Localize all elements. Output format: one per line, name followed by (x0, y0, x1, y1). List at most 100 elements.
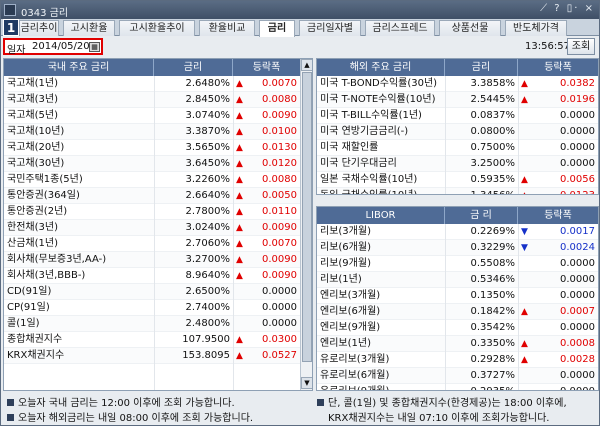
table-row[interactable]: CD(91일) 2.6500% 0.0000 (4, 284, 300, 300)
tab-commodity-futures[interactable]: 상품선물 (439, 20, 501, 36)
column-divider (154, 76, 155, 390)
table-row[interactable]: CP(91일) 2.7400% 0.0000 (4, 300, 300, 316)
rate-value: 3.6450% (185, 158, 231, 169)
rate-change: 0.0527 (262, 350, 297, 361)
rate-change: 0.0382 (560, 78, 595, 89)
table-row[interactable]: 리보(9개월) 0.5508% 0.0000 (317, 256, 598, 272)
table-row[interactable]: 미국 T-NOTE수익률(10년) 2.5445% ▲ 0.0196 (317, 92, 598, 108)
table-row[interactable]: 미국 T-BILL수익률(1년) 0.0837% 0.0000 (317, 108, 598, 124)
rate-name: 국고채(10년) (7, 126, 65, 137)
rate-change: 0.0024 (560, 242, 595, 253)
tab-fx-compare[interactable]: 환율비교 (199, 20, 255, 36)
rate-name: 미국 T-BOND수익률(30년) (320, 78, 438, 89)
table-row[interactable]: 통안증권(2년) 2.7800% ▲ 0.0110 (4, 204, 300, 220)
rate-name: 엔리보(1년) (320, 338, 371, 349)
table-row[interactable]: 독일 국채수익률(10년)1.3456%▲0.0123 (317, 188, 598, 194)
rate-change: 0.0080 (262, 94, 297, 105)
rate-value: 0.0800% (470, 126, 516, 137)
table-row[interactable]: 유로리보(9개월)0.2935%0.0000 (317, 384, 598, 390)
rate-name: 한전채(3년) (7, 222, 58, 233)
calendar-icon[interactable]: ▦ (89, 42, 100, 52)
rate-value: 107.9500 (182, 334, 230, 345)
rate-name: 일본 국채수익률(10년) (320, 174, 418, 185)
table-row[interactable]: 유로리보(6개월) 0.3727% 0.0000 (317, 368, 598, 384)
scroll-down-icon[interactable]: ▼ (301, 377, 312, 389)
table-row[interactable]: 통안증권(364일) 2.6640% ▲ 0.0050 (4, 188, 300, 204)
date-selector[interactable]: 일자 2014/05/20 ▦ (3, 38, 103, 56)
table-row[interactable]: 국고채(10년) 3.3870% ▲ 0.0100 (4, 124, 300, 140)
table-row[interactable]: KRX채권지수 153.8095 ▲ 0.0527 (4, 348, 300, 364)
scroll-thumb[interactable] (302, 72, 312, 362)
date-label: 일자 (7, 45, 26, 56)
rate-name: 회사채(무보증3년,AA-) (7, 254, 107, 265)
scroll-up-icon[interactable]: ▲ (301, 59, 312, 71)
rate-change: 0.0110 (262, 206, 297, 217)
table-row[interactable]: 미국 단기우대금리 3.2500% 0.0000 (317, 156, 598, 172)
table-row[interactable]: 미국 연방기금금리(-) 0.0800% 0.0000 (317, 124, 598, 140)
rate-value: 0.1842% (470, 306, 516, 317)
footer-text: 오늘자 해외금리는 내일 08:00 이후에 조회 가능합니다. (18, 413, 254, 424)
libor-panel: LIBOR 금 리 등락폭 리보(3개월) 0.2269% ▼ 0.0017 리보(6개… (316, 206, 599, 391)
table-row[interactable]: 리보(1년) 0.5346% 0.0000 (317, 272, 598, 288)
bullet-icon (7, 414, 14, 421)
table-row[interactable]: 리보(3개월) 0.2269% ▼ 0.0017 (317, 224, 598, 240)
table-row[interactable]: 종합채권지수 107.9500 ▲ 0.0300 (4, 332, 300, 348)
rate-change: 0.0120 (262, 158, 297, 169)
tab-notice-fx-trend[interactable]: 고시환율추이 (119, 20, 195, 36)
table-row[interactable]: 한전채(3년) 3.0240% ▲ 0.0090 (4, 220, 300, 236)
table-row[interactable]: 국고채(5년) 3.0740% ▲ 0.0090 (4, 108, 300, 124)
rate-name: 미국 단기우대금리 (320, 158, 397, 169)
domestic-scrollbar[interactable]: ▲ ▼ (300, 59, 312, 390)
table-row[interactable]: 콜(1일) 2.4800% 0.0000 (4, 316, 300, 332)
tab-interest-rate[interactable]: 금리 (259, 20, 295, 37)
table-row[interactable]: 엔리보(3개월) 0.1350% 0.0000 (317, 288, 598, 304)
table-row[interactable]: 국고채(3년) 2.8450% ▲ 0.0080 (4, 92, 300, 108)
rate-value: 2.8450% (185, 94, 231, 105)
table-row[interactable]: 리보(6개월) 0.3229% ▼ 0.0024 (317, 240, 598, 256)
table-row[interactable]: 국고채(30년) 3.6450% ▲ 0.0120 (4, 156, 300, 172)
table-row[interactable]: 일본 국채수익률(10년) 0.5935% ▲ 0.0056 (317, 172, 598, 188)
rate-value: 0.5508% (470, 258, 516, 269)
rate-name: 국고채(5년) (7, 110, 58, 121)
table-row[interactable]: 회사채(무보증3년,AA-) 3.2700% ▲ 0.0090 (4, 252, 300, 268)
query-button[interactable]: 조회 (567, 38, 595, 55)
rate-value: 1.3456% (445, 188, 518, 194)
table-row[interactable]: 국고채(20년) 3.5650% ▲ 0.0130 (4, 140, 300, 156)
rate-change: 0.0130 (262, 142, 297, 153)
table-row[interactable]: 미국 재할인률 0.7500% 0.0000 (317, 140, 598, 156)
table-row[interactable]: 국민주택1종(5년) 3.2260% ▲ 0.0080 (4, 172, 300, 188)
rate-value: 2.6480% (185, 78, 231, 89)
rate-value: 2.6500% (185, 286, 231, 297)
table-row[interactable]: 국고채(1년) 2.6480% ▲ 0.0070 (4, 76, 300, 92)
rate-change: 0.0123 (518, 188, 598, 194)
table-row[interactable]: 엔리보(9개월) 0.3542% 0.0000 (317, 320, 598, 336)
step-badge: 1 (3, 19, 19, 36)
overseas-table-header: 해외 주요 금리 금리 등락폭 (317, 59, 598, 76)
panel-splitter[interactable] (316, 195, 599, 206)
rate-name: CD(91일) (7, 286, 52, 297)
table-row[interactable]: 엔리보(6개월) 0.1842% ▲ 0.0007 (317, 304, 598, 320)
window-controls[interactable]: ⟋ ? ▯· × (540, 3, 595, 14)
tab-rate-by-date[interactable]: 금리일자별 (299, 20, 361, 36)
tab-rate-spread[interactable]: 금리스프레드 (365, 20, 435, 36)
table-row[interactable]: 회사채(3년,BBB-) 8.9640% ▲ 0.0090 (4, 268, 300, 284)
footer-note-overseas: 오늘자 해외금리는 내일 08:00 이후에 조회 가능합니다. (7, 409, 253, 424)
column-divider (445, 224, 446, 390)
table-row[interactable]: 산금채(1년) 2.7060% ▲ 0.0070 (4, 236, 300, 252)
tab-semiconductor-price[interactable]: 반도체가격 (505, 20, 567, 36)
tab-notice-fx[interactable]: 고시환율 (63, 20, 115, 36)
bullet-icon (317, 399, 324, 406)
tab-rate-trend[interactable]: 금리추이 (19, 20, 59, 36)
rate-name: 콜(1일) (7, 318, 40, 329)
rate-change: 0.0090 (262, 110, 297, 121)
rate-value: 8.9640% (185, 270, 231, 281)
table-row[interactable]: 유로리보(3개월) 0.2928% ▲ 0.0028 (317, 352, 598, 368)
table-row[interactable]: 미국 T-BOND수익률(30년) 3.3858% ▲ 0.0382 (317, 76, 598, 92)
date-input[interactable]: 2014/05/20 (32, 41, 90, 52)
window-title: 0343 금리 (21, 8, 69, 19)
rate-change: 0.0100 (262, 126, 297, 137)
app-window: 0343 금리 ⟋ ? ▯· × 금리추이 고시환율 고시환율추이 환율비교 금… (0, 0, 600, 426)
rate-value: 3.5650% (185, 142, 231, 153)
table-row[interactable]: 엔리보(1년) 0.3350% ▲ 0.0008 (317, 336, 598, 352)
rate-value: 3.0240% (185, 222, 231, 233)
